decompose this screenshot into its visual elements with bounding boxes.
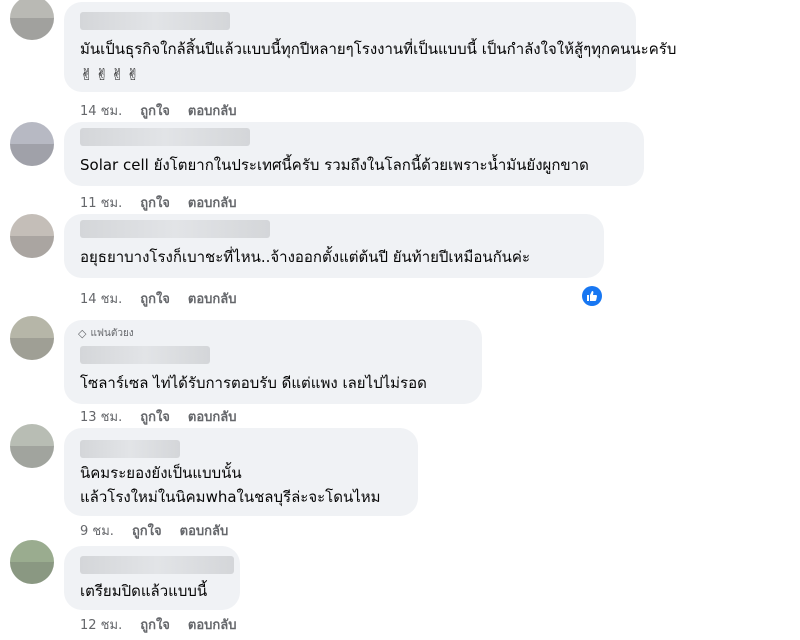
comment-actions: 9 ชม. ถูกใจ ตอบกลับ <box>80 520 228 541</box>
comment-bubble: มันเป็นธุรกิจใกล้สิ้นปีแล้วแบบนี้ทุกปีหล… <box>64 2 676 92</box>
comment-text: เตรียมปิดแล้วแบบนี้ <box>80 582 208 600</box>
comment-text: โซลาร์เซล ไท่ได้รับการตอบรับ ดีแต่แพง เล… <box>80 374 427 392</box>
diamond-icon: ◇ <box>78 327 87 340</box>
emoji-victory-hands: ✌✌✌✌ <box>80 65 142 84</box>
comment-bubble: ◇ แฟนตัวยง โซลาร์เซล ไท่ได้รับการตอบรับ … <box>64 320 482 404</box>
avatar[interactable] <box>10 0 54 40</box>
comment-text: อยุธยาบางโรงก็เบาชะที่ไหน..จ้างออกตั้งแต… <box>80 248 531 266</box>
like-link[interactable]: ถูกใจ <box>140 192 170 213</box>
comment-bubble: นิคมระยองยังเป็นแบบนั้น แล้วโรงใหม่ในนิค… <box>64 428 418 516</box>
comment-bubble: เตรียมปิดแล้วแบบนี้ <box>64 546 240 610</box>
avatar[interactable] <box>10 316 54 360</box>
comment-actions: 12 ชม. ถูกใจ ตอบกลับ <box>80 614 237 635</box>
reply-link[interactable]: ตอบกลับ <box>188 192 237 213</box>
commenter-name-redacted[interactable] <box>80 556 234 574</box>
commenter-name-redacted[interactable] <box>80 128 250 146</box>
comment-text: Solar cell ยังโตยากในประเทศนี้ครับ รวมถึ… <box>80 156 589 174</box>
avatar[interactable] <box>10 540 54 584</box>
like-link[interactable]: ถูกใจ <box>140 288 170 309</box>
comment-timestamp[interactable]: 13 ชม. <box>80 406 122 427</box>
reply-link[interactable]: ตอบกลับ <box>188 100 237 121</box>
reply-link[interactable]: ตอบกลับ <box>188 614 237 635</box>
comment-text-line1: นิคมระยองยังเป็นแบบนั้น <box>80 464 242 482</box>
comment-timestamp[interactable]: 11 ชม. <box>80 192 122 213</box>
commenter-name-redacted[interactable] <box>80 440 180 458</box>
comment-bubble: อยุธยาบางโรงก็เบาชะที่ไหน..จ้างออกตั้งแต… <box>64 214 604 278</box>
like-link[interactable]: ถูกใจ <box>132 520 162 541</box>
comment-bubble: Solar cell ยังโตยากในประเทศนี้ครับ รวมถึ… <box>64 122 644 186</box>
comment-actions: 14 ชม. ถูกใจ ตอบกลับ <box>80 100 237 121</box>
top-fan-badge: ◇ แฟนตัวยง <box>78 326 134 341</box>
like-link[interactable]: ถูกใจ <box>140 406 170 427</box>
badge-label: แฟนตัวยง <box>90 328 134 339</box>
comment-actions: 14 ชม. ถูกใจ ตอบกลับ <box>80 288 237 309</box>
comment-text-line2: แล้วโรงใหม่ในนิคมwhaในชลบุรีล่ะจะโดนไหม <box>80 488 381 506</box>
comment-text: มันเป็นธุรกิจใกล้สิ้นปีแล้วแบบนี้ทุกปีหล… <box>80 40 677 58</box>
like-link[interactable]: ถูกใจ <box>140 614 170 635</box>
like-link[interactable]: ถูกใจ <box>140 100 170 121</box>
comment-actions: 11 ชม. ถูกใจ ตอบกลับ <box>80 192 237 213</box>
comment-actions: 13 ชม. ถูกใจ ตอบกลับ <box>80 406 237 427</box>
comment-timestamp[interactable]: 14 ชม. <box>80 288 122 309</box>
reply-link[interactable]: ตอบกลับ <box>180 520 229 541</box>
commenter-name-redacted[interactable] <box>80 220 270 238</box>
comment-timestamp[interactable]: 12 ชม. <box>80 614 122 635</box>
reply-link[interactable]: ตอบกลับ <box>188 288 237 309</box>
comment-timestamp[interactable]: 9 ชม. <box>80 520 114 541</box>
comment-timestamp[interactable]: 14 ชม. <box>80 100 122 121</box>
commenter-name-redacted[interactable] <box>80 346 210 364</box>
like-reaction-icon[interactable] <box>582 286 602 306</box>
avatar[interactable] <box>10 122 54 166</box>
reply-link[interactable]: ตอบกลับ <box>188 406 237 427</box>
avatar[interactable] <box>10 424 54 468</box>
commenter-name-redacted[interactable] <box>80 12 230 30</box>
avatar[interactable] <box>10 214 54 258</box>
